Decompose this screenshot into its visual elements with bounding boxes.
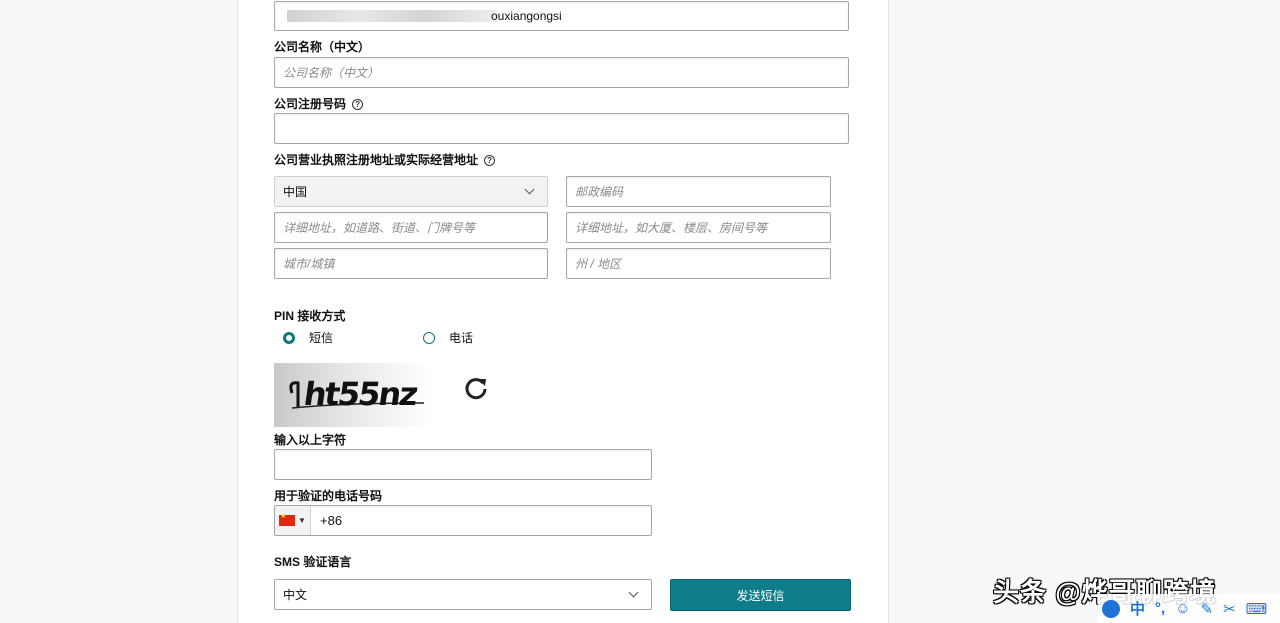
country-select[interactable]: 中国 xyxy=(274,176,548,207)
country-code-dropdown[interactable]: ▼ xyxy=(275,506,311,535)
country-value: 中国 xyxy=(283,185,308,199)
keyboard-icon[interactable]: ⌨ xyxy=(1246,600,1268,618)
phone-value: +86 xyxy=(320,513,343,528)
state-placeholder: 州 / 地区 xyxy=(575,257,622,271)
tools-icon[interactable]: ✂ xyxy=(1223,600,1236,618)
punctuation-icon[interactable]: °, xyxy=(1155,600,1165,617)
sms-language-label: SMS 验证语言 xyxy=(274,555,352,569)
postcode-placeholder: 邮政编码 xyxy=(575,185,624,199)
chevron-down-icon xyxy=(628,587,639,598)
city-input[interactable]: 城市/城镇 xyxy=(274,248,548,279)
phone-label: 用于验证的电话号码 xyxy=(274,489,383,503)
send-sms-button[interactable]: 发送短信 xyxy=(670,579,851,611)
ime-mode[interactable]: 中 xyxy=(1130,598,1145,619)
refresh-icon[interactable] xyxy=(463,375,489,401)
company-name-cn-label: 公司名称（中文） xyxy=(274,40,371,54)
sms-language-value: 中文 xyxy=(283,588,308,602)
help-icon[interactable]: ? xyxy=(484,154,496,166)
company-name-en-value: ouxiangongsi xyxy=(491,9,562,23)
help-icon[interactable]: ? xyxy=(352,98,364,110)
radio-sms[interactable]: 短信 xyxy=(283,329,333,346)
captcha-image: ht55nz xyxy=(274,363,430,427)
company-name-en-input[interactable]: ouxiangongsi xyxy=(274,1,849,31)
ime-logo-icon xyxy=(1102,599,1120,618)
radio-sms-label: 短信 xyxy=(309,331,334,345)
radio-phone-label: 电话 xyxy=(449,331,474,345)
china-flag-icon xyxy=(279,512,296,526)
postcode-input[interactable]: 邮政编码 xyxy=(566,176,831,207)
settings-icon[interactable]: ✎ xyxy=(1201,600,1214,618)
city-placeholder: 城市/城镇 xyxy=(283,257,335,271)
ime-toolbar: 中 °, ☺ ✎ ✂ ⌨ xyxy=(1098,594,1280,623)
phone-input[interactable]: ▼ +86 xyxy=(274,505,652,536)
address-label: 公司营业执照注册地址或实际经营地址 ? xyxy=(274,153,496,167)
company-reg-no-input[interactable] xyxy=(274,113,849,144)
captcha-input-label: 输入以上字符 xyxy=(274,433,347,447)
company-name-cn-placeholder: 公司名称（中文） xyxy=(283,66,380,80)
state-input[interactable]: 州 / 地区 xyxy=(566,248,831,279)
send-sms-label: 发送短信 xyxy=(736,588,785,603)
radio-unselected-icon[interactable] xyxy=(423,331,435,344)
captcha-text: ht55nz xyxy=(301,375,419,413)
chevron-down-icon xyxy=(524,184,535,195)
pin-method-label: PIN 接收方式 xyxy=(274,309,346,323)
captcha-input[interactable] xyxy=(274,449,652,480)
street-address-input[interactable]: 详细地址，如道路、街道、门牌号等 xyxy=(274,212,548,243)
blurred-text xyxy=(287,10,497,22)
caret-down-icon: ▼ xyxy=(298,516,306,525)
street-address-placeholder: 详细地址，如道路、街道、门牌号等 xyxy=(283,221,476,235)
sms-language-select[interactable]: 中文 xyxy=(274,579,652,610)
emoji-icon[interactable]: ☺ xyxy=(1175,600,1190,617)
radio-selected-icon[interactable] xyxy=(283,331,295,344)
company-name-cn-input[interactable]: 公司名称（中文） xyxy=(274,57,849,88)
radio-phone[interactable]: 电话 xyxy=(423,329,473,346)
building-address-placeholder: 详细地址，如大厦、楼层、房间号等 xyxy=(575,221,768,235)
building-address-input[interactable]: 详细地址，如大厦、楼层、房间号等 xyxy=(566,212,831,243)
company-reg-no-label: 公司注册号码 ? xyxy=(274,97,364,111)
